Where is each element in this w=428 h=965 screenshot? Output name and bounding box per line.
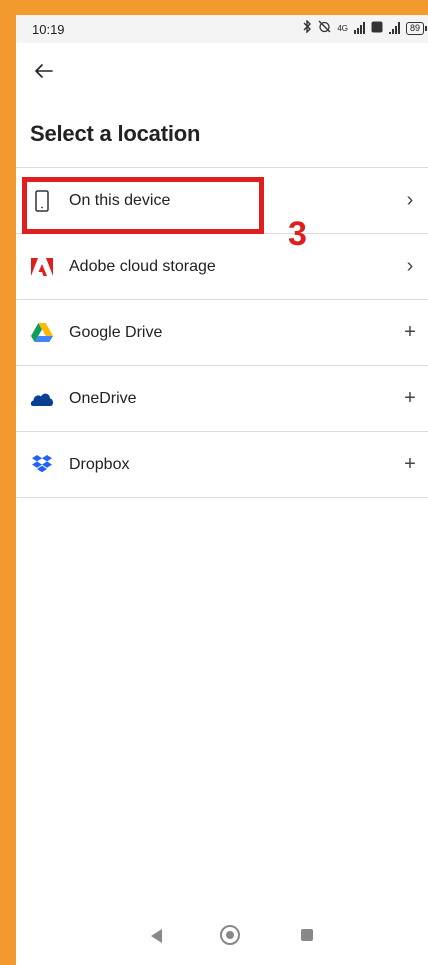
onedrive-icon [30, 387, 54, 411]
location-dropbox[interactable]: Dropbox + [16, 432, 428, 497]
google-drive-icon [30, 321, 54, 345]
page-title: Select a location [30, 121, 201, 146]
battery-level: 89 [409, 22, 420, 33]
status-time: 10:19 [32, 22, 65, 37]
system-nav-bar [16, 917, 428, 957]
divider [16, 497, 428, 498]
location-label: OneDrive [69, 389, 137, 407]
nav-recents-icon[interactable] [301, 929, 313, 941]
network-type-label: 4G [337, 23, 348, 33]
status-bar: 10:19 4G 89 [16, 15, 428, 43]
location-label: Dropbox [69, 455, 130, 473]
chevron-right-icon: › [406, 189, 414, 211]
adobe-icon [30, 255, 54, 279]
nav-back-icon[interactable] [151, 929, 163, 948]
location-label: Adobe cloud storage [69, 257, 216, 275]
plus-icon[interactable]: + [400, 321, 420, 344]
location-onedrive[interactable]: OneDrive + [16, 366, 428, 431]
annotation-step-number: 3 [288, 215, 307, 253]
signal-icon [353, 22, 365, 34]
status-icons: 4G 89 [302, 19, 428, 36]
location-adobe-cloud-storage[interactable]: Adobe cloud storage › [16, 234, 428, 299]
plus-icon[interactable]: + [400, 387, 420, 410]
back-button[interactable] [30, 57, 58, 85]
battery-icon: 89 [405, 21, 428, 35]
nav-home-icon[interactable] [220, 925, 240, 945]
alarm-off-icon [318, 20, 331, 36]
signal-2-icon [388, 22, 400, 34]
dropbox-icon [30, 453, 54, 477]
arrow-left-icon [35, 64, 53, 78]
annotation-highlight-box [22, 177, 264, 234]
plus-icon[interactable]: + [400, 453, 420, 476]
chevron-right-icon: › [406, 255, 414, 277]
location-label: Google Drive [69, 323, 163, 341]
bluetooth-icon [302, 19, 312, 36]
volte-icon [371, 21, 383, 36]
phone-screen: 10:19 4G 89 Select a location On this de… [16, 15, 428, 965]
location-google-drive[interactable]: Google Drive + [16, 300, 428, 365]
